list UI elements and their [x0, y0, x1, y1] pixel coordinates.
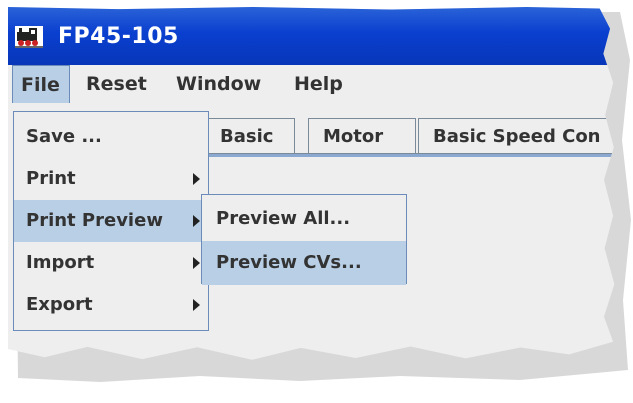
menu-reset[interactable]: Reset	[78, 65, 155, 103]
file-menu-dropdown: Save ... Print Print Preview Import Expo…	[13, 111, 209, 331]
submenu-arrow-icon	[193, 173, 200, 185]
menu-item-print[interactable]: Print	[14, 158, 208, 200]
tab-underline	[208, 153, 615, 157]
menu-help[interactable]: Help	[286, 65, 351, 103]
menu-window[interactable]: Window	[168, 65, 269, 103]
submenu-arrow-icon	[193, 257, 200, 269]
menu-item-preview-cvs[interactable]: Preview CVs...	[202, 241, 406, 285]
menu-item-import[interactable]: Import	[14, 242, 208, 284]
locomotive-icon	[15, 26, 43, 48]
title-bar: FP45-105	[8, 7, 615, 65]
menu-item-label: Save ...	[26, 126, 102, 147]
menu-item-label: Export	[26, 294, 93, 315]
menu-file[interactable]: File	[12, 65, 70, 103]
application-window: FP45-105 File Reset Window Help Basic Mo…	[8, 7, 615, 360]
tab-basic[interactable]: Basic	[205, 118, 295, 154]
menu-item-export[interactable]: Export	[14, 284, 208, 326]
print-preview-submenu: Preview All... Preview CVs...	[201, 194, 407, 285]
menu-item-label: Print	[26, 168, 76, 189]
menu-item-print-preview[interactable]: Print Preview	[14, 200, 208, 242]
window-title: FP45-105	[58, 24, 179, 49]
menu-item-label: Print Preview	[26, 210, 163, 231]
menu-item-save[interactable]: Save ...	[14, 116, 208, 158]
menu-bar: File Reset Window Help	[8, 65, 615, 103]
tab-basic-speed-control[interactable]: Basic Speed Con	[418, 118, 615, 154]
tab-motor[interactable]: Motor	[308, 118, 416, 154]
menu-item-preview-all[interactable]: Preview All...	[202, 197, 406, 241]
menu-item-label: Import	[26, 252, 95, 273]
submenu-arrow-icon	[193, 299, 200, 311]
submenu-arrow-icon	[193, 215, 200, 227]
